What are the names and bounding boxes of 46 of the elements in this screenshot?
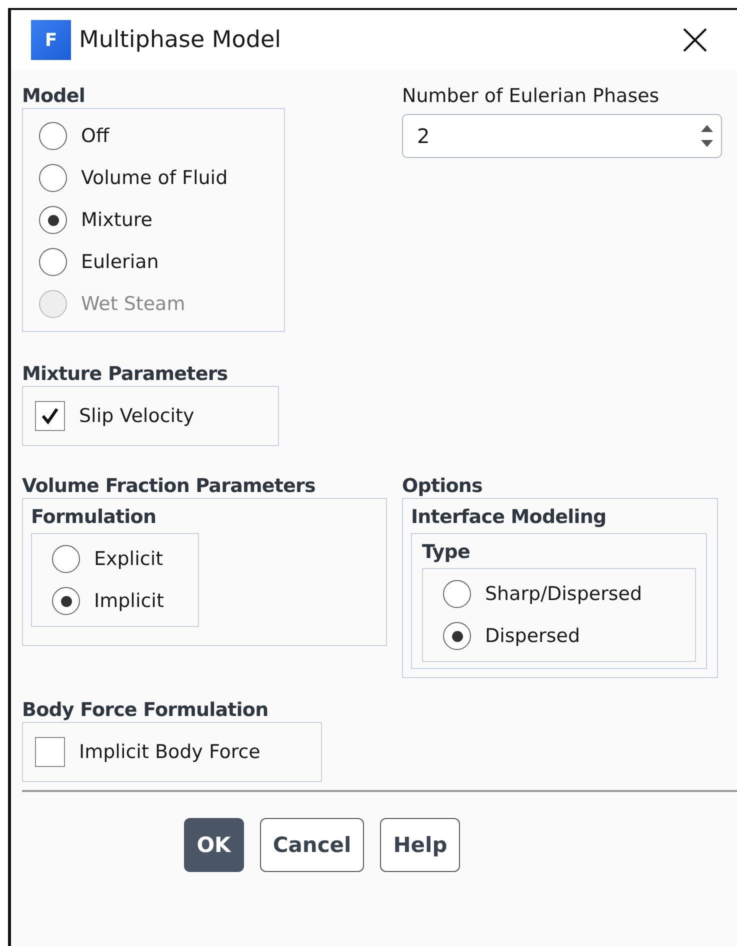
radio-button[interactable] [443, 622, 471, 650]
radio-option[interactable]: Off [39, 115, 272, 157]
group-heading: Interface Modeling [411, 505, 608, 529]
option-label: Implicit Body Force [79, 741, 260, 763]
field-label: Number of Eulerian Phases [402, 84, 660, 108]
window-title: Multiphase Model [79, 27, 282, 53]
option-label: Dispersed [485, 625, 580, 647]
checkbox[interactable] [35, 737, 65, 767]
radio-option[interactable]: Explicit [52, 538, 188, 580]
radio-button[interactable] [52, 545, 80, 573]
option-label: Slip Velocity [79, 405, 194, 427]
radio-button[interactable] [443, 580, 471, 608]
radio-button[interactable] [39, 248, 67, 276]
radio-button[interactable] [39, 206, 67, 234]
radio-option[interactable]: Mixture [39, 199, 272, 241]
number-spinner[interactable]: 2 [402, 114, 722, 158]
radio-button[interactable] [39, 122, 67, 150]
radio-option[interactable]: Dispersed [443, 615, 685, 657]
section-heading: Model [22, 84, 86, 108]
radio-option[interactable]: Sharp/Dispersed [443, 573, 685, 615]
dialog-button[interactable]: OK [184, 818, 244, 872]
radio-button[interactable] [52, 587, 80, 615]
option-label: Sharp/Dispersed [485, 583, 642, 605]
group-heading: Formulation [31, 505, 158, 529]
option-label: Wet Steam [81, 293, 186, 315]
dialog-button[interactable]: Cancel [260, 818, 364, 872]
checkmark-icon [40, 406, 60, 426]
radio-button[interactable] [39, 164, 67, 192]
group-heading: Type [422, 540, 471, 564]
radio-option[interactable]: Implicit [52, 580, 188, 622]
radio-option[interactable]: Eulerian [39, 241, 272, 283]
option-label: Eulerian [81, 251, 159, 273]
option-label: Mixture [81, 209, 152, 231]
option-label: Volume of Fluid [81, 167, 228, 189]
close-icon [682, 27, 708, 53]
option-label: Explicit [94, 548, 164, 570]
option-label: Implicit [94, 590, 164, 612]
section-heading: Body Force Formulation [22, 698, 270, 722]
dialog-button[interactable]: Help [380, 818, 460, 872]
section-heading: Options [402, 474, 484, 498]
option-label: Off [81, 125, 110, 147]
section-heading: Mixture Parameters [22, 362, 229, 386]
section-heading: Volume Fraction Parameters [22, 474, 316, 498]
radio-option[interactable]: Volume of Fluid [39, 157, 272, 199]
app-logo: F [31, 20, 71, 60]
checkbox[interactable] [35, 401, 65, 431]
